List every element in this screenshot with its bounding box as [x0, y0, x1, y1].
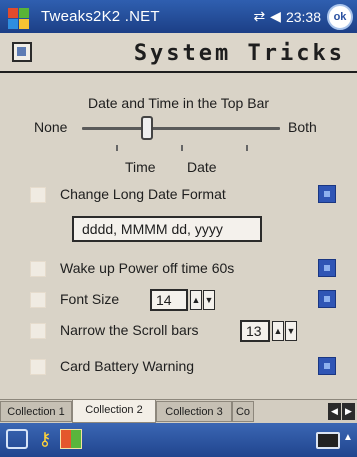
info-button[interactable] [318, 290, 336, 308]
option-change-long-date-format[interactable]: Change Long Date Format [0, 181, 357, 209]
option-font-size[interactable]: Font Size 14 ▲ ▼ [0, 286, 357, 314]
scroll-bar-value[interactable]: 13 [240, 320, 270, 342]
checkbox[interactable] [30, 323, 46, 339]
windows-logo-icon[interactable] [3, 2, 33, 32]
tab-scroll-left-icon[interactable]: ◀ [328, 403, 341, 420]
tab-scroll-right-icon[interactable]: ▶ [342, 403, 355, 420]
tab-collection-3[interactable]: Collection 3 [156, 401, 232, 422]
key-icon[interactable]: ⚷ [34, 429, 56, 449]
spin-down-button[interactable]: ▼ [203, 290, 215, 310]
option-card-battery-warning[interactable]: Card Battery Warning [0, 353, 357, 381]
tab-collection-1[interactable]: Collection 1 [0, 401, 72, 422]
network-icon[interactable] [6, 429, 28, 449]
app-icon[interactable] [60, 429, 82, 449]
input-menu-arrow-icon[interactable]: ▲ [343, 432, 353, 443]
option-narrow-scroll-bars[interactable]: Narrow the Scroll bars 13 ▲ ▼ [0, 317, 357, 345]
slider-track[interactable] [82, 127, 280, 130]
info-button[interactable] [318, 357, 336, 375]
spin-down-button[interactable]: ▼ [285, 321, 297, 341]
info-button[interactable] [318, 259, 336, 277]
network-icon[interactable]: ⇄ [253, 8, 265, 25]
main-content: Date and Time in the Top Bar None Both T… [0, 75, 357, 399]
option-wake-up-power-off[interactable]: Wake up Power off time 60s [0, 255, 357, 283]
slider-max-label: Both [288, 119, 317, 135]
spin-up-button[interactable]: ▲ [190, 290, 202, 310]
date-format-input[interactable] [72, 216, 262, 242]
page-title: System Tricks [133, 41, 345, 66]
tick-label-date: Date [187, 159, 217, 175]
title-bar: Tweaks2K2 .NET ⇄ ◀ 23:38 ok [0, 0, 357, 33]
slider-tick [181, 145, 183, 151]
date-time-slider[interactable]: None Both [0, 115, 357, 151]
settings-page-icon[interactable] [12, 42, 32, 62]
status-area: ⇄ ◀ 23:38 ok [253, 3, 357, 30]
tab-collection-2[interactable]: Collection 2 [72, 400, 156, 423]
checkbox[interactable] [30, 261, 46, 277]
app-title: Tweaks2K2 .NET [41, 8, 160, 25]
tab-bar: Collection 1 Collection 2 Collection 3 C… [0, 399, 357, 423]
option-label: Narrow the Scroll bars [60, 322, 199, 338]
info-button[interactable] [318, 185, 336, 203]
checkbox[interactable] [30, 187, 46, 203]
checkbox[interactable] [30, 359, 46, 375]
spin-up-button[interactable]: ▲ [272, 321, 284, 341]
keyboard-icon[interactable] [316, 432, 340, 449]
option-label: Wake up Power off time 60s [60, 260, 235, 276]
slider-thumb[interactable] [141, 116, 154, 140]
volume-icon[interactable]: ◀ [270, 8, 281, 25]
tab-collection-4[interactable]: Co [232, 401, 254, 422]
option-label: Change Long Date Format [60, 186, 226, 202]
slider-min-label: None [34, 119, 68, 135]
date-time-heading: Date and Time in the Top Bar [87, 95, 270, 111]
page-header: System Tricks [0, 33, 357, 73]
clock[interactable]: 23:38 [286, 9, 321, 25]
slider-tick [116, 145, 118, 151]
slider-tick [246, 145, 248, 151]
option-label: Font Size [60, 291, 120, 307]
font-size-value[interactable]: 14 [150, 289, 188, 311]
ok-button[interactable]: ok [327, 3, 353, 30]
option-label: Card Battery Warning [60, 358, 195, 374]
checkbox[interactable] [30, 292, 46, 308]
tick-label-time: Time [125, 159, 156, 175]
bottom-toolbar: ⚷ ▲ [0, 423, 357, 457]
